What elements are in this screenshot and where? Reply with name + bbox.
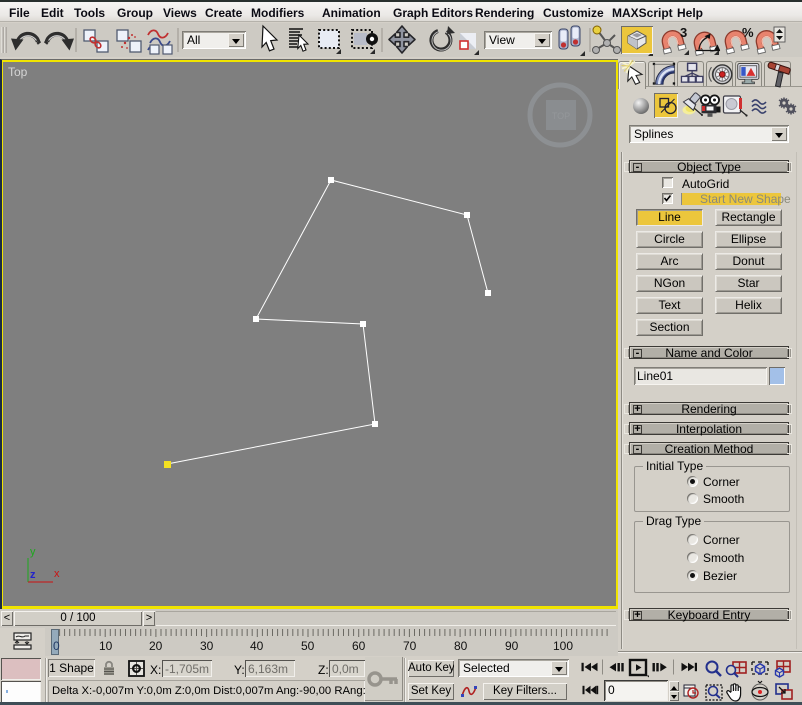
- svg-text:TOP: TOP: [552, 111, 570, 121]
- svg-text:z: z: [30, 569, 36, 581]
- svg-text:x: x: [54, 568, 60, 580]
- svg-text:y: y: [30, 546, 36, 558]
- svg-text:3: 3: [680, 25, 687, 40]
- svg-text:%: %: [742, 25, 754, 40]
